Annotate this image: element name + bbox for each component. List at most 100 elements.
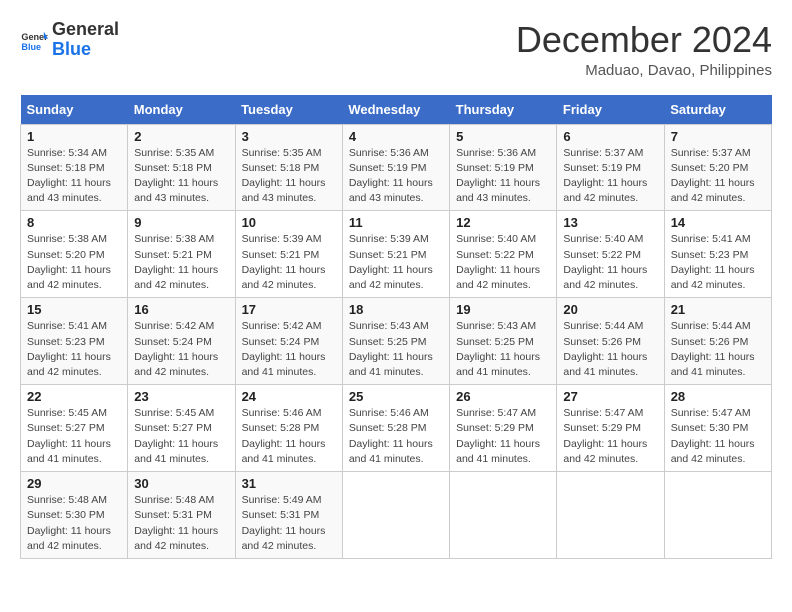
header-saturday: Saturday xyxy=(664,95,771,125)
header-thursday: Thursday xyxy=(450,95,557,125)
calendar-cell: 12 Sunrise: 5:40 AMSunset: 5:22 PMDayligh… xyxy=(450,211,557,298)
day-info: Sunrise: 5:45 AMSunset: 5:27 PMDaylight:… xyxy=(134,406,228,467)
day-info: Sunrise: 5:44 AMSunset: 5:26 PMDaylight:… xyxy=(671,319,765,380)
day-number: 26 xyxy=(456,389,550,404)
calendar-cell: 26 Sunrise: 5:47 AMSunset: 5:29 PMDayligh… xyxy=(450,385,557,472)
logo-icon: General Blue xyxy=(20,26,48,54)
calendar-cell: 11Sunrise: 5:39 AMSunset: 5:21 PMDayligh… xyxy=(342,211,449,298)
calendar-cell: 9Sunrise: 5:38 AMSunset: 5:21 PMDaylight… xyxy=(128,211,235,298)
calendar-cell: 21 Sunrise: 5:44 AMSunset: 5:26 PMDayligh… xyxy=(664,298,771,385)
logo-general: General xyxy=(52,19,119,39)
calendar-cell xyxy=(664,472,771,559)
calendar-week-5: 29Sunrise: 5:48 AMSunset: 5:30 PMDayligh… xyxy=(21,472,772,559)
calendar-cell: 2 Sunrise: 5:35 AMSunset: 5:18 PMDaylight… xyxy=(128,124,235,211)
day-info: Sunrise: 5:42 AMSunset: 5:24 PMDaylight:… xyxy=(134,319,228,380)
day-info: Sunrise: 5:43 AMSunset: 5:25 PMDaylight:… xyxy=(456,319,550,380)
calendar-cell: 10Sunrise: 5:39 AMSunset: 5:21 PMDayligh… xyxy=(235,211,342,298)
day-info: Sunrise: 5:37 AMSunset: 5:20 PMDaylight:… xyxy=(671,146,765,207)
calendar-cell: 23Sunrise: 5:45 AMSunset: 5:27 PMDayligh… xyxy=(128,385,235,472)
calendar-week-3: 15 Sunrise: 5:41 AMSunset: 5:23 PMDayligh… xyxy=(21,298,772,385)
day-number: 21 xyxy=(671,302,765,317)
day-number: 1 xyxy=(27,129,121,144)
day-info: Sunrise: 5:38 AMSunset: 5:21 PMDaylight:… xyxy=(134,232,228,293)
calendar-week-4: 22Sunrise: 5:45 AMSunset: 5:27 PMDayligh… xyxy=(21,385,772,472)
calendar-cell: 6 Sunrise: 5:37 AMSunset: 5:19 PMDaylight… xyxy=(557,124,664,211)
calendar-table: Sunday Monday Tuesday Wednesday Thursday… xyxy=(20,95,772,559)
day-number: 13 xyxy=(563,215,657,230)
day-number: 25 xyxy=(349,389,443,404)
day-number: 20 xyxy=(563,302,657,317)
calendar-week-2: 8 Sunrise: 5:38 AMSunset: 5:20 PMDaylight… xyxy=(21,211,772,298)
day-number: 17 xyxy=(242,302,336,317)
day-info: Sunrise: 5:47 AMSunset: 5:29 PMDaylight:… xyxy=(563,406,657,467)
day-info: Sunrise: 5:40 AMSunset: 5:22 PMDaylight:… xyxy=(563,232,657,293)
day-number: 14 xyxy=(671,215,765,230)
calendar-cell: 15 Sunrise: 5:41 AMSunset: 5:23 PMDayligh… xyxy=(21,298,128,385)
day-number: 11 xyxy=(349,215,443,230)
header-monday: Monday xyxy=(128,95,235,125)
calendar-cell: 13 Sunrise: 5:40 AMSunset: 5:22 PMDayligh… xyxy=(557,211,664,298)
calendar-cell: 14 Sunrise: 5:41 AMSunset: 5:23 PMDayligh… xyxy=(664,211,771,298)
day-info: Sunrise: 5:40 AMSunset: 5:22 PMDaylight:… xyxy=(456,232,550,293)
day-number: 3 xyxy=(242,129,336,144)
calendar-cell: 31 Sunrise: 5:49 AMSunset: 5:31 PMDayligh… xyxy=(235,472,342,559)
calendar-cell: 29Sunrise: 5:48 AMSunset: 5:30 PMDayligh… xyxy=(21,472,128,559)
location: Maduao, Davao, Philippines xyxy=(516,62,772,79)
day-info: Sunrise: 5:44 AMSunset: 5:26 PMDaylight:… xyxy=(563,319,657,380)
calendar-cell: 18Sunrise: 5:43 AMSunset: 5:25 PMDayligh… xyxy=(342,298,449,385)
day-number: 5 xyxy=(456,129,550,144)
day-number: 2 xyxy=(134,129,228,144)
day-number: 12 xyxy=(456,215,550,230)
day-info: Sunrise: 5:47 AMSunset: 5:29 PMDaylight:… xyxy=(456,406,550,467)
day-number: 27 xyxy=(563,389,657,404)
day-info: Sunrise: 5:47 AMSunset: 5:30 PMDaylight:… xyxy=(671,406,765,467)
day-number: 28 xyxy=(671,389,765,404)
day-info: Sunrise: 5:37 AMSunset: 5:19 PMDaylight:… xyxy=(563,146,657,207)
calendar-cell: 7 Sunrise: 5:37 AMSunset: 5:20 PMDaylight… xyxy=(664,124,771,211)
calendar-cell: 27 Sunrise: 5:47 AMSunset: 5:29 PMDayligh… xyxy=(557,385,664,472)
logo-blue: Blue xyxy=(52,39,91,59)
day-number: 30 xyxy=(134,476,228,491)
calendar-cell xyxy=(557,472,664,559)
calendar-cell: 22Sunrise: 5:45 AMSunset: 5:27 PMDayligh… xyxy=(21,385,128,472)
calendar-cell xyxy=(450,472,557,559)
calendar-cell: 16 Sunrise: 5:42 AMSunset: 5:24 PMDayligh… xyxy=(128,298,235,385)
day-info: Sunrise: 5:41 AMSunset: 5:23 PMDaylight:… xyxy=(27,319,121,380)
day-info: Sunrise: 5:38 AMSunset: 5:20 PMDaylight:… xyxy=(27,232,121,293)
day-number: 7 xyxy=(671,129,765,144)
header-friday: Friday xyxy=(557,95,664,125)
day-info: Sunrise: 5:36 AMSunset: 5:19 PMDaylight:… xyxy=(349,146,443,207)
calendar-cell: 17Sunrise: 5:42 AMSunset: 5:24 PMDayligh… xyxy=(235,298,342,385)
day-number: 10 xyxy=(242,215,336,230)
day-number: 31 xyxy=(242,476,336,491)
day-info: Sunrise: 5:49 AMSunset: 5:31 PMDaylight:… xyxy=(242,493,336,554)
day-info: Sunrise: 5:48 AMSunset: 5:31 PMDaylight:… xyxy=(134,493,228,554)
day-number: 16 xyxy=(134,302,228,317)
day-info: Sunrise: 5:43 AMSunset: 5:25 PMDaylight:… xyxy=(349,319,443,380)
calendar-cell: 20 Sunrise: 5:44 AMSunset: 5:26 PMDayligh… xyxy=(557,298,664,385)
title-block: December 2024 Maduao, Davao, Philippines xyxy=(516,20,772,79)
calendar-header-row: Sunday Monday Tuesday Wednesday Thursday… xyxy=(21,95,772,125)
logo: General Blue General Blue xyxy=(20,20,119,60)
day-info: Sunrise: 5:35 AMSunset: 5:18 PMDaylight:… xyxy=(134,146,228,207)
calendar-week-1: 1 Sunrise: 5:34 AMSunset: 5:18 PMDaylight… xyxy=(21,124,772,211)
day-number: 24 xyxy=(242,389,336,404)
calendar-cell: 28 Sunrise: 5:47 AMSunset: 5:30 PMDayligh… xyxy=(664,385,771,472)
day-number: 19 xyxy=(456,302,550,317)
day-info: Sunrise: 5:34 AMSunset: 5:18 PMDaylight:… xyxy=(27,146,121,207)
day-number: 8 xyxy=(27,215,121,230)
day-info: Sunrise: 5:41 AMSunset: 5:23 PMDaylight:… xyxy=(671,232,765,293)
day-info: Sunrise: 5:46 AMSunset: 5:28 PMDaylight:… xyxy=(242,406,336,467)
day-number: 15 xyxy=(27,302,121,317)
calendar-cell: 30 Sunrise: 5:48 AMSunset: 5:31 PMDayligh… xyxy=(128,472,235,559)
calendar-cell: 5 Sunrise: 5:36 AMSunset: 5:19 PMDaylight… xyxy=(450,124,557,211)
svg-text:Blue: Blue xyxy=(21,42,41,52)
page-header: General Blue General Blue December 2024 … xyxy=(20,20,772,79)
day-info: Sunrise: 5:36 AMSunset: 5:19 PMDaylight:… xyxy=(456,146,550,207)
day-info: Sunrise: 5:45 AMSunset: 5:27 PMDaylight:… xyxy=(27,406,121,467)
calendar-cell: 3Sunrise: 5:35 AMSunset: 5:18 PMDaylight… xyxy=(235,124,342,211)
calendar-cell: 8 Sunrise: 5:38 AMSunset: 5:20 PMDaylight… xyxy=(21,211,128,298)
day-info: Sunrise: 5:48 AMSunset: 5:30 PMDaylight:… xyxy=(27,493,121,554)
day-number: 6 xyxy=(563,129,657,144)
header-wednesday: Wednesday xyxy=(342,95,449,125)
